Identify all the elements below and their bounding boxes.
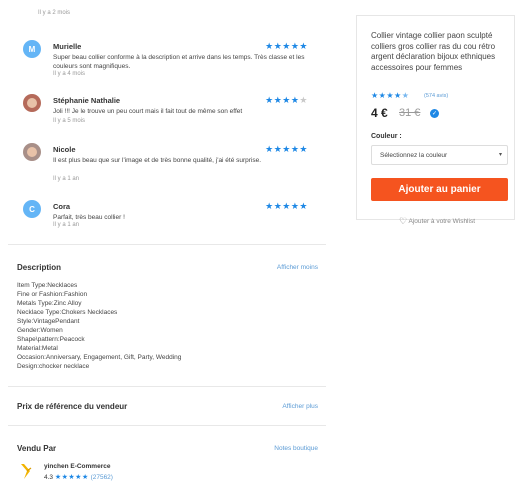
reviewer-name: Nicole (53, 145, 76, 154)
description-line: Necklace Type:Chokers Necklaces (17, 309, 118, 316)
description-line: Fine or Fashion:Fashion (17, 291, 88, 298)
avatar (23, 94, 41, 112)
description-line: Shape\pattern:Peacock (17, 336, 85, 343)
sold-by-title: Vendu Par (17, 444, 57, 453)
seller-rating: 4.3 ★★★★★ (27562) (44, 474, 113, 481)
rating-stars: ★★★★★ (265, 95, 308, 105)
review-time: Il y a 1 an (53, 176, 80, 182)
heart-icon: ♡ (399, 216, 408, 226)
color-select[interactable]: Sélectionnez la couleur ▾ (371, 145, 508, 165)
color-label: Couleur : (371, 133, 402, 140)
show-less-link[interactable]: Afficher moins (277, 264, 318, 271)
description-title: Description (17, 263, 62, 272)
rating-stars: ★★★★★ (265, 144, 308, 154)
shop-reviews-link[interactable]: Notes boutique (274, 445, 318, 452)
review-time: Il y a 4 mois (53, 71, 86, 77)
add-to-wishlist-link[interactable]: ♡ Ajouter à votre Wishlist (399, 216, 475, 227)
product-rating-count[interactable]: (574 avis) (424, 93, 448, 99)
description-line: Gender:Women (17, 327, 63, 334)
seller-logo-icon (21, 464, 32, 479)
description-line: Item Type:Necklaces (17, 282, 78, 289)
description-line: Occasion:Anniversary, Engagement, Gift, … (17, 354, 182, 361)
description-list: Item Type:Necklaces Fine or Fashion:Fash… (17, 281, 181, 371)
avatar (23, 143, 41, 161)
seller-rating-count: (27562) (90, 474, 113, 481)
review-text: Parfait, très beau collier ! (53, 214, 125, 221)
show-more-link[interactable]: Afficher plus (282, 403, 318, 410)
review-time: Il y a 2 mois (38, 10, 71, 16)
avatar: C (23, 200, 41, 218)
review-text: Il est plus beau que sur l'image et de t… (53, 157, 262, 164)
color-select-value: Sélectionnez la couleur (380, 152, 448, 159)
purchase-panel: Collier vintage collier paon sculpté col… (356, 15, 515, 226)
seller-name[interactable]: yinchen E-Commerce (44, 463, 110, 470)
product-title: Collier vintage collier paon sculpté col… (371, 31, 496, 72)
product-price: 4 € (371, 106, 388, 120)
product-old-price: 31 € (399, 107, 421, 119)
reviewer-name: Stéphanie Nathalie (53, 96, 121, 105)
verified-check-icon: ✓ (430, 109, 439, 118)
divider (8, 425, 326, 426)
review-text: Joli !!! Je le trouve un peu court mais … (53, 108, 243, 115)
rating-stars: ★★★★★ (265, 201, 308, 211)
avatar: M (23, 40, 41, 58)
divider (8, 244, 326, 245)
product-rating-stars: ★★★★★ (371, 91, 410, 100)
reference-price-title: Prix de référence du vendeur (17, 402, 128, 411)
description-line: Design:chocker necklace (17, 363, 90, 370)
caret-down-icon: ▾ (498, 152, 502, 158)
reviewer-name: Cora (53, 202, 71, 211)
rating-stars: ★★★★★ (265, 41, 308, 51)
seller-rating-stars: ★★★★★ (54, 474, 89, 481)
description-line: Metals Type:Zinc Alloy (17, 300, 82, 307)
reviewer-name: Murielle (53, 42, 82, 51)
divider (8, 386, 326, 387)
review-time: Il y a 5 mois (53, 118, 86, 124)
description-line: Material:Metal (17, 345, 58, 352)
review-time: Il y a 1 an (53, 222, 80, 228)
add-to-cart-button[interactable]: Ajouter au panier (371, 178, 508, 201)
main-column: Il y a 2 mois M Murielle ★★★★★ Super bea… (0, 0, 330, 490)
review-text: Super beau collier conforme à la descrip… (53, 54, 305, 70)
description-line: Style:VintagePendant (17, 318, 80, 325)
